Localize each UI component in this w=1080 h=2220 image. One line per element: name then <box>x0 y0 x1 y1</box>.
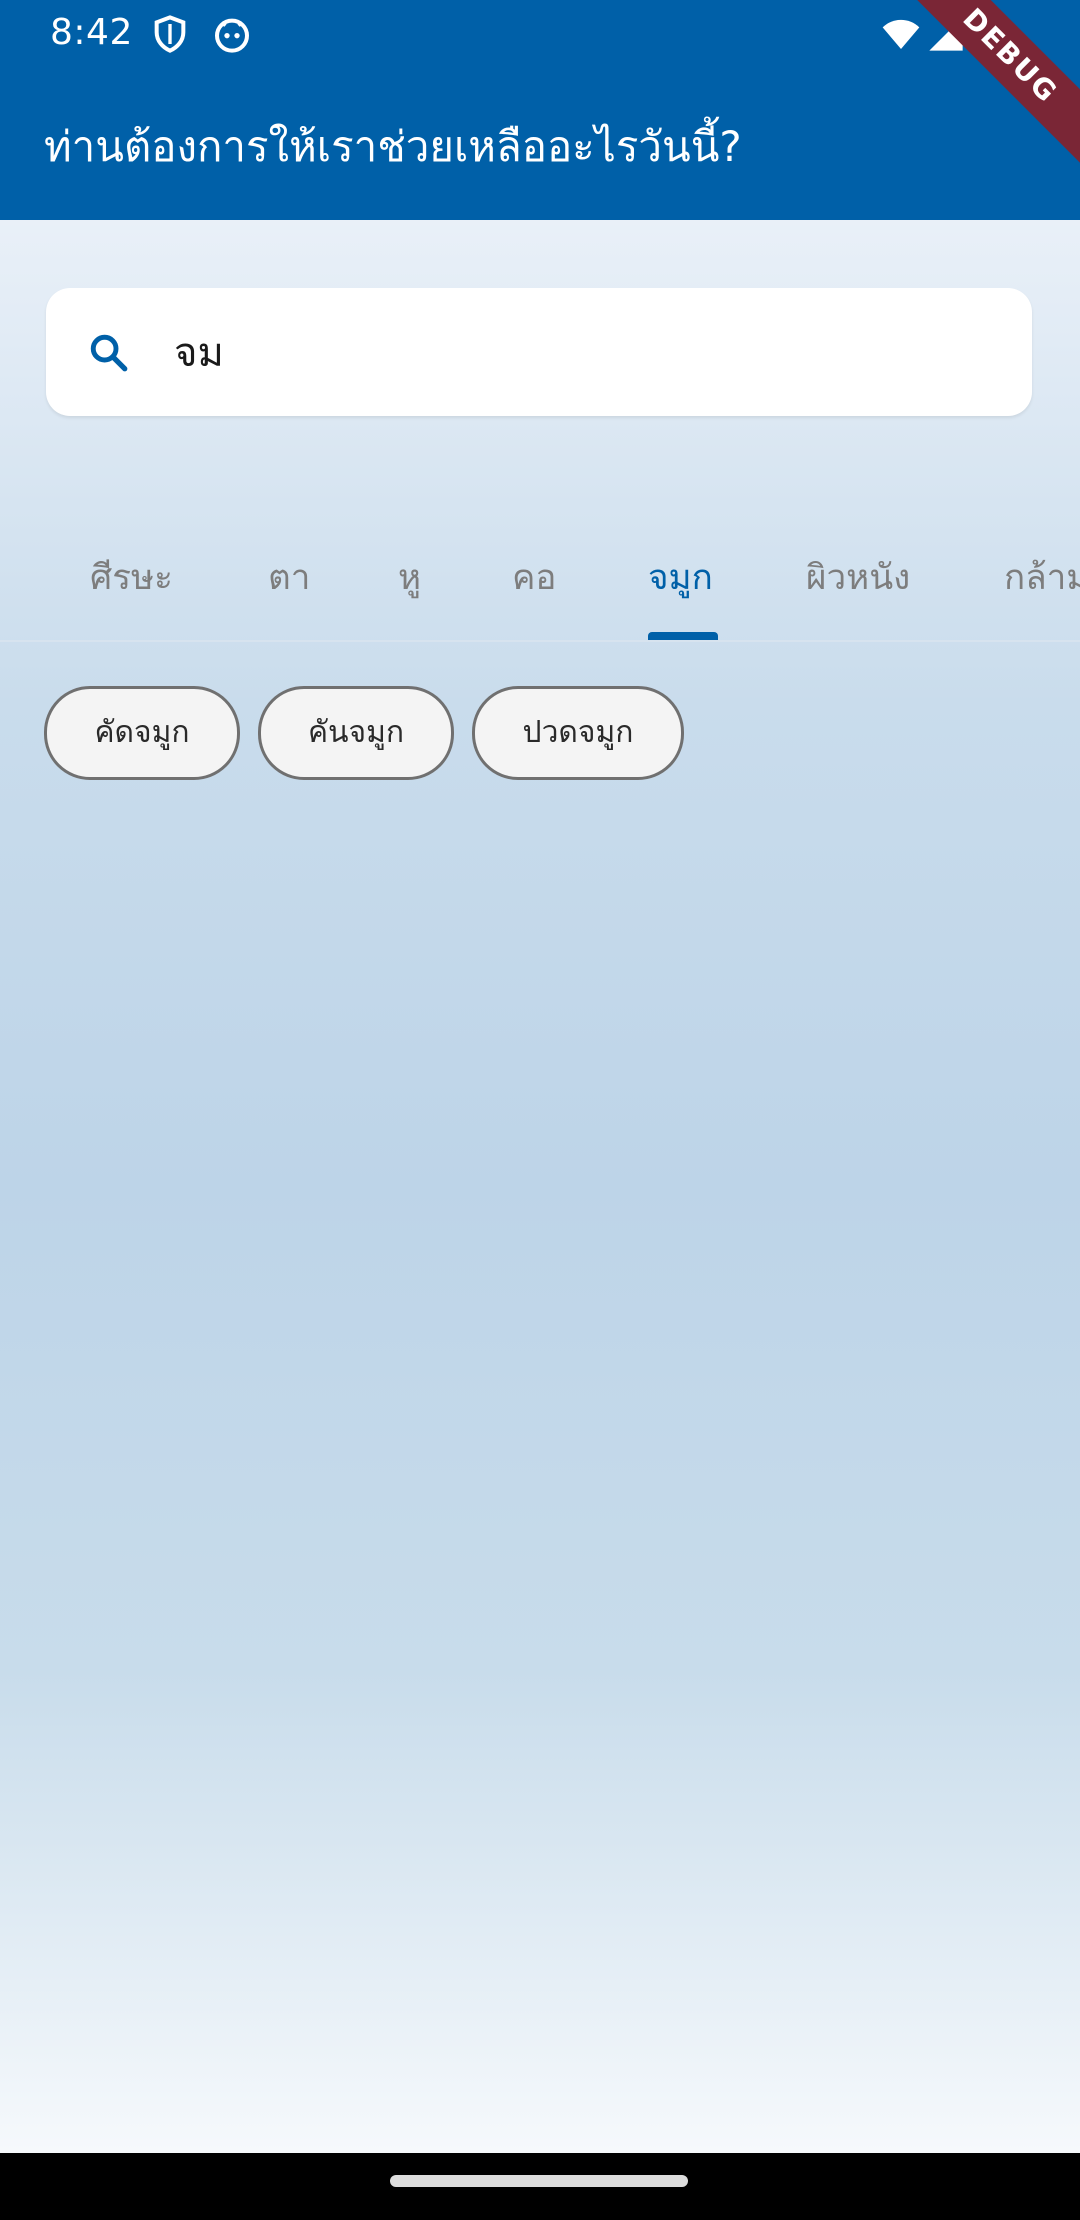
chip-nasal-congestion[interactable]: คัดจมูก <box>44 686 240 780</box>
shield-icon <box>154 15 186 53</box>
category-tabs: ศีรษะ ตา หู คอ จมูก ผิวหนัง กล้าม <box>0 520 1080 642</box>
app-screen: 8:42 ท่านต้องการให้เราช่วยเหลืออะไรวันนี… <box>0 0 1080 2220</box>
tab-throat[interactable]: คอ <box>512 550 556 605</box>
system-nav-bar <box>0 2153 1080 2220</box>
search-bar[interactable] <box>46 288 1032 416</box>
page-title: ท่านต้องการให้เราช่วยเหลืออะไรวันนี้? <box>44 122 742 171</box>
robot-face-icon <box>215 18 249 53</box>
status-bar: 8:42 <box>0 0 1080 70</box>
tab-muscle[interactable]: กล้าม <box>1004 550 1080 605</box>
search-icon <box>90 334 128 372</box>
status-time: 8:42 <box>50 12 133 53</box>
app-bar: ท่านต้องการให้เราช่วยเหลืออะไรวันนี้? <box>0 70 1080 220</box>
home-gesture-handle[interactable] <box>390 2175 688 2187</box>
tab-skin[interactable]: ผิวหนัง <box>806 550 910 605</box>
active-tab-indicator <box>648 632 718 640</box>
chip-nose-pain[interactable]: ปวดจมูก <box>472 686 684 780</box>
chip-itchy-nose[interactable]: คันจมูก <box>258 686 454 780</box>
tab-ear[interactable]: หู <box>398 550 421 605</box>
wifi-icon <box>882 19 920 49</box>
tab-nose[interactable]: จมูก <box>648 550 713 605</box>
main-content: ศีรษะ ตา หู คอ จมูก ผิวหนัง กล้าม คัดจมู… <box>0 220 1080 2153</box>
search-input[interactable] <box>174 316 994 388</box>
tab-head[interactable]: ศีรษะ <box>90 550 173 605</box>
tab-eye[interactable]: ตา <box>268 550 310 605</box>
